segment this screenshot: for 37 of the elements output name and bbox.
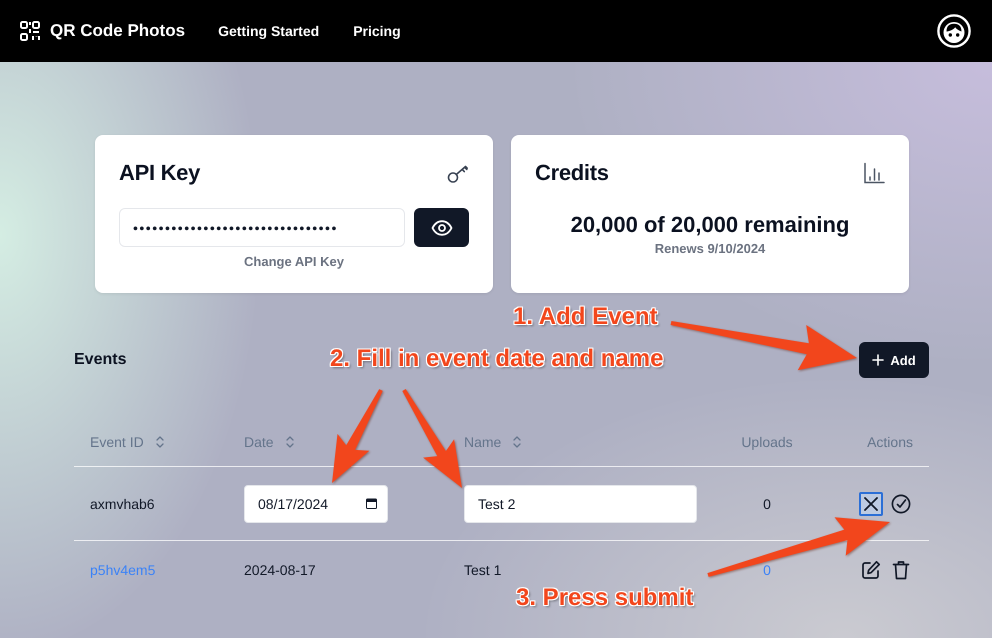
annotation-text: 3. Press submit — [516, 584, 694, 612]
api-key-field[interactable]: •••••••••••••••••••••••••••••••• — [119, 208, 405, 247]
event-name: Test 1 — [464, 562, 502, 578]
date-field[interactable]: 08/17/2024 — [244, 484, 388, 522]
renewal-date: Renews 9/10/2024 — [654, 240, 766, 258]
card-title: Credits — [535, 159, 609, 187]
column-header: Actions — [867, 434, 913, 450]
submit-button[interactable] — [889, 492, 913, 516]
annotation-text: 2. Fill in event date and name — [330, 345, 664, 373]
calendar-icon[interactable] — [366, 498, 377, 508]
nav-link[interactable]: Getting Started — [218, 23, 320, 39]
name-field[interactable]: Test 2 — [464, 484, 697, 522]
brand-link[interactable]: QR Code Photos — [20, 21, 186, 41]
event-date: 2024-08-17 — [244, 562, 316, 578]
avatar-icon[interactable] — [937, 14, 971, 48]
edit-button[interactable] — [859, 558, 883, 582]
card-title: API Key — [119, 159, 200, 187]
check-circle-icon — [891, 494, 911, 514]
cancel-button[interactable] — [859, 492, 883, 516]
bar-chart-icon — [863, 162, 885, 184]
section-title: Events — [74, 351, 126, 369]
change-api-key-link[interactable]: Change API Key — [244, 253, 344, 271]
sort-icon — [156, 436, 164, 448]
column-header: Uploads — [741, 434, 793, 450]
sort-icon — [286, 436, 294, 448]
event-id: axmvhab6 — [90, 496, 155, 512]
annotation-text: 1. Add Event — [513, 303, 658, 331]
show-key-button[interactable] — [414, 208, 469, 247]
upload-count: 0 — [763, 496, 771, 512]
trash-icon — [891, 560, 911, 580]
plus-icon — [872, 354, 884, 366]
qr-code-icon — [20, 21, 40, 41]
add-button[interactable]: Add — [859, 342, 929, 378]
edit-icon — [861, 560, 881, 580]
nav-link[interactable]: Pricing — [353, 23, 401, 39]
sort-icon — [513, 436, 522, 448]
credits-remaining: 20,000 of 20,000 remaining — [570, 211, 850, 239]
